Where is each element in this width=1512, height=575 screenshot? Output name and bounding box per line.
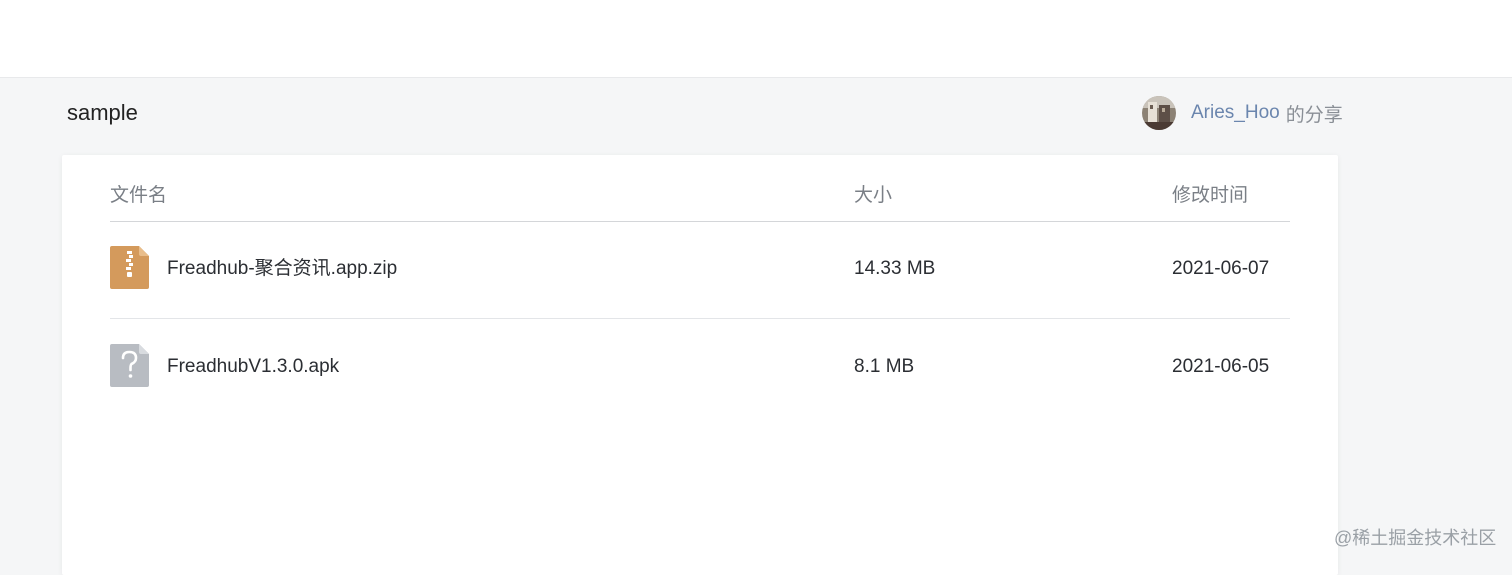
top-bar	[0, 0, 1512, 78]
avatar[interactable]	[1142, 96, 1176, 130]
column-header-modified[interactable]: 修改时间	[1172, 184, 1248, 208]
table-row[interactable]: FreadhubV1.3.0.apk 8.1 MB 2021-06-05	[110, 319, 1290, 416]
table-row[interactable]: Freadhub-聚合资讯.app.zip 14.33 MB 2021-06-0…	[110, 221, 1290, 319]
watermark: @稀土掘金技术社区	[1334, 528, 1497, 548]
folder-title: sample	[67, 100, 138, 125]
unknown-file-icon	[110, 344, 149, 387]
file-modified-date: 2021-06-05	[1172, 356, 1270, 377]
file-size: 8.1 MB	[854, 356, 915, 377]
file-modified-date: 2021-06-07	[1172, 258, 1270, 279]
file-list-card: 文件名 大小 修改时间 Freadhub-聚合资讯.app.zip 14.33 …	[62, 155, 1338, 575]
share-suffix: 的分享	[1285, 104, 1343, 126]
share-info: Aries_Hoo 的分享	[1142, 96, 1343, 130]
file-name[interactable]: Freadhub-聚合资讯.app.zip	[167, 258, 397, 280]
table-header: 文件名 大小 修改时间	[110, 155, 1290, 222]
zip-file-icon	[110, 246, 149, 289]
column-header-name[interactable]: 文件名	[110, 184, 167, 208]
avatar-image	[1142, 96, 1176, 130]
file-size: 14.33 MB	[854, 258, 936, 279]
share-user-link[interactable]: Aries_Hoo	[1191, 102, 1280, 124]
file-name[interactable]: FreadhubV1.3.0.apk	[167, 356, 339, 378]
column-header-size[interactable]: 大小	[854, 184, 892, 208]
